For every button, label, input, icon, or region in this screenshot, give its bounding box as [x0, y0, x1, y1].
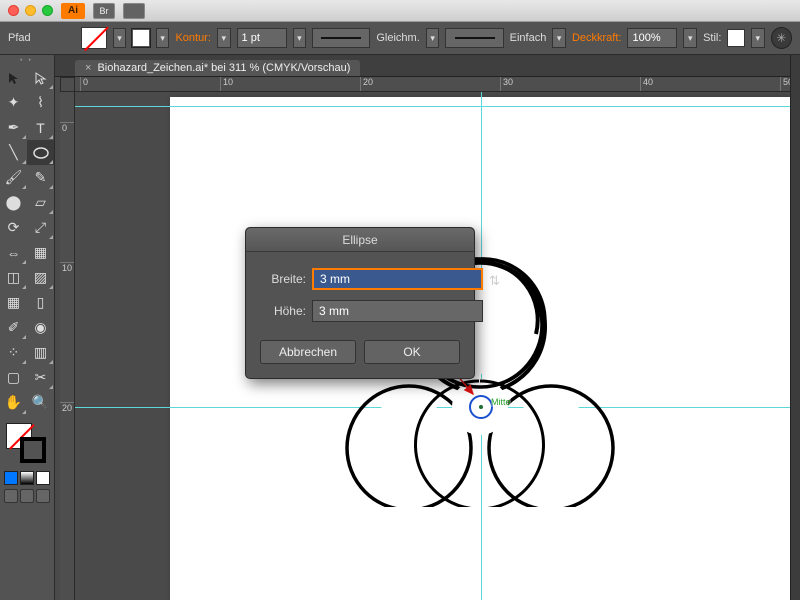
- gradient-tool[interactable]: ▯: [27, 290, 54, 315]
- draw-normal[interactable]: [4, 489, 18, 503]
- line-tool[interactable]: ╲: [0, 140, 27, 165]
- ok-button[interactable]: OK: [364, 340, 460, 364]
- stroke-profile-dropdown[interactable]: [552, 28, 566, 48]
- stroke-cap-label: Gleichm.: [376, 32, 419, 44]
- screen-mode-row: [0, 485, 54, 507]
- document-tab-title: Biohazard_Zeichen.ai* bei 311 % (CMYK/Vo…: [97, 62, 350, 74]
- width-label: Breite:: [260, 272, 306, 286]
- selection-type-label: Pfad: [8, 32, 31, 44]
- guide-horizontal-top[interactable]: [75, 106, 790, 107]
- fill-dropdown[interactable]: [113, 28, 127, 48]
- width-tool[interactable]: ⇔: [0, 240, 27, 265]
- cancel-button[interactable]: Abbrechen: [260, 340, 356, 364]
- mesh-tool[interactable]: ▦: [0, 290, 27, 315]
- canvas[interactable]: Abbildung: 31: [75, 92, 790, 600]
- document-tab[interactable]: × Biohazard_Zeichen.ai* bei 311 % (CMYK/…: [75, 60, 360, 76]
- arrange-docs-button[interactable]: [123, 3, 145, 19]
- pencil-tool[interactable]: ✎: [27, 165, 54, 190]
- control-bar: Pfad Kontur: Gleichm. Einfach Deckkraft:…: [0, 22, 800, 55]
- stroke-profile-label: Einfach: [510, 32, 547, 44]
- style-dropdown[interactable]: [751, 28, 765, 48]
- opacity-input[interactable]: [627, 28, 677, 48]
- graph-tool[interactable]: ▥: [27, 340, 54, 365]
- right-panel-edge[interactable]: [790, 55, 800, 600]
- color-mode-gradient[interactable]: [20, 471, 34, 485]
- color-mode-row: [0, 471, 54, 485]
- app-badge: Ai: [61, 3, 85, 19]
- free-transform-tool[interactable]: ▦: [27, 240, 54, 265]
- minimize-icon[interactable]: [25, 5, 36, 16]
- scale-tool[interactable]: ⤢: [27, 215, 54, 240]
- stroke-cap-preview[interactable]: [312, 28, 370, 48]
- stroke-label: Kontur:: [175, 32, 210, 44]
- eraser-tool[interactable]: ▱: [27, 190, 54, 215]
- pen-tool[interactable]: ✒: [0, 115, 27, 140]
- bridge-button[interactable]: Br: [93, 3, 115, 19]
- ellipse-tool[interactable]: [27, 140, 54, 165]
- close-tab-icon[interactable]: ×: [85, 62, 91, 74]
- direct-selection-tool[interactable]: [27, 65, 54, 90]
- type-tool[interactable]: T: [27, 115, 54, 140]
- eyedropper-tool[interactable]: ✐: [0, 315, 27, 340]
- ellipse-dialog: Ellipse Breite: Höhe: ⇅ Abbrechen OK: [245, 227, 475, 379]
- width-input[interactable]: [312, 268, 483, 290]
- center-anchor: [479, 405, 483, 409]
- height-label: Höhe:: [260, 304, 306, 318]
- draw-inside[interactable]: [36, 489, 50, 503]
- stroke-profile-preview[interactable]: [445, 28, 503, 48]
- panel-grip[interactable]: [0, 55, 54, 65]
- hand-tool[interactable]: ✋: [0, 390, 27, 415]
- stroke-indicator[interactable]: [20, 437, 46, 463]
- blob-brush-tool[interactable]: ⬤: [0, 190, 27, 215]
- document-tabs: ◀◀ × Biohazard_Zeichen.ai* bei 311 % (CM…: [0, 55, 800, 77]
- gear-icon[interactable]: ✳: [771, 27, 792, 49]
- dialog-title[interactable]: Ellipse: [246, 228, 474, 252]
- shape-builder-tool[interactable]: ◫: [0, 265, 27, 290]
- magic-wand-tool[interactable]: ✦: [0, 90, 27, 115]
- zoom-tool[interactable]: 🔍: [27, 390, 54, 415]
- height-input[interactable]: [312, 300, 483, 322]
- style-label: Stil:: [703, 32, 721, 44]
- opacity-label: Deckkraft:: [572, 32, 622, 44]
- paintbrush-tool[interactable]: 🖌: [0, 165, 27, 190]
- fill-stroke-indicator[interactable]: [0, 421, 54, 469]
- color-mode-solid[interactable]: [4, 471, 18, 485]
- ruler-horizontal[interactable]: 01020304050: [75, 77, 790, 92]
- selection-tool[interactable]: [0, 65, 27, 90]
- draw-behind[interactable]: [20, 489, 34, 503]
- rotate-tool[interactable]: ⟳: [0, 215, 27, 240]
- window-controls: [8, 5, 53, 16]
- lasso-tool[interactable]: ⌇: [27, 90, 54, 115]
- ruler-vertical[interactable]: 01020: [60, 92, 75, 600]
- smart-guide-label: Mitte: [491, 397, 511, 407]
- artboard-tool[interactable]: ▢: [0, 365, 27, 390]
- color-mode-none[interactable]: [36, 471, 50, 485]
- stroke-weight-input[interactable]: [237, 28, 287, 48]
- blend-tool[interactable]: ◉: [27, 315, 54, 340]
- stroke-swatch[interactable]: [132, 29, 150, 47]
- perspective-tool[interactable]: ▨: [27, 265, 54, 290]
- slice-tool[interactable]: ✂: [27, 365, 54, 390]
- ruler-origin[interactable]: [60, 77, 75, 92]
- title-bar: Ai Br: [0, 0, 800, 22]
- stroke-weight-dropdown[interactable]: [293, 28, 307, 48]
- tool-panel: ✦ ⌇ ✒ T ╲ 🖌 ✎ ⬤ ▱ ⟳ ⤢ ⇔ ▦ ◫ ▨ ▦ ▯ ✐ ◉ ⁘ …: [0, 55, 55, 600]
- stroke-cap-dropdown[interactable]: [426, 28, 440, 48]
- close-icon[interactable]: [8, 5, 19, 16]
- fill-swatch[interactable]: [81, 27, 106, 49]
- style-swatch[interactable]: [727, 29, 745, 47]
- opacity-dropdown[interactable]: [683, 28, 697, 48]
- symbol-sprayer-tool[interactable]: ⁘: [0, 340, 27, 365]
- maximize-icon[interactable]: [42, 5, 53, 16]
- stroke-weight-stepper[interactable]: [217, 28, 231, 48]
- link-dimensions-icon[interactable]: ⇅: [489, 268, 500, 294]
- stroke-dropdown[interactable]: [156, 28, 170, 48]
